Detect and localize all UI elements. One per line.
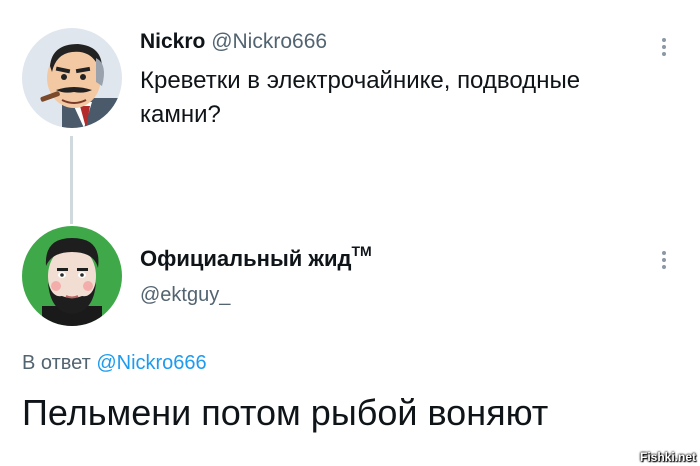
author-handle[interactable]: @ektguy_: [140, 284, 230, 307]
reply-context: В ответ @Nickro666: [22, 352, 207, 375]
trademark-mark: TM: [351, 243, 372, 259]
author-name[interactable]: Официальный жид: [140, 246, 351, 271]
thread-connector-line: [70, 136, 73, 224]
author-handle[interactable]: @Nickro666: [211, 30, 327, 53]
watermark: Fishki.net: [639, 450, 696, 464]
avatar-ektguy[interactable]: [22, 226, 122, 326]
bearded-man-avatar-image: [22, 226, 122, 326]
reply-prefix: В ответ: [22, 352, 91, 374]
author-name[interactable]: Nickro: [140, 30, 205, 53]
tweet1-header: Nickro @Nickro666: [140, 30, 327, 54]
more-vertical-icon[interactable]: [661, 251, 667, 272]
tweet-text: Креветки в электрочайнике, подводные кам…: [140, 67, 581, 128]
tweet-text: Пельмени потом рыбой воняют: [22, 392, 549, 433]
cartoon-man-avatar-image: [22, 28, 122, 128]
author-name-row[interactable]: Официальный жидTM: [140, 243, 372, 272]
reply-mention-link[interactable]: @Nickro666: [96, 352, 206, 374]
more-vertical-icon[interactable]: [661, 38, 667, 59]
avatar-nickro[interactable]: [22, 28, 122, 128]
